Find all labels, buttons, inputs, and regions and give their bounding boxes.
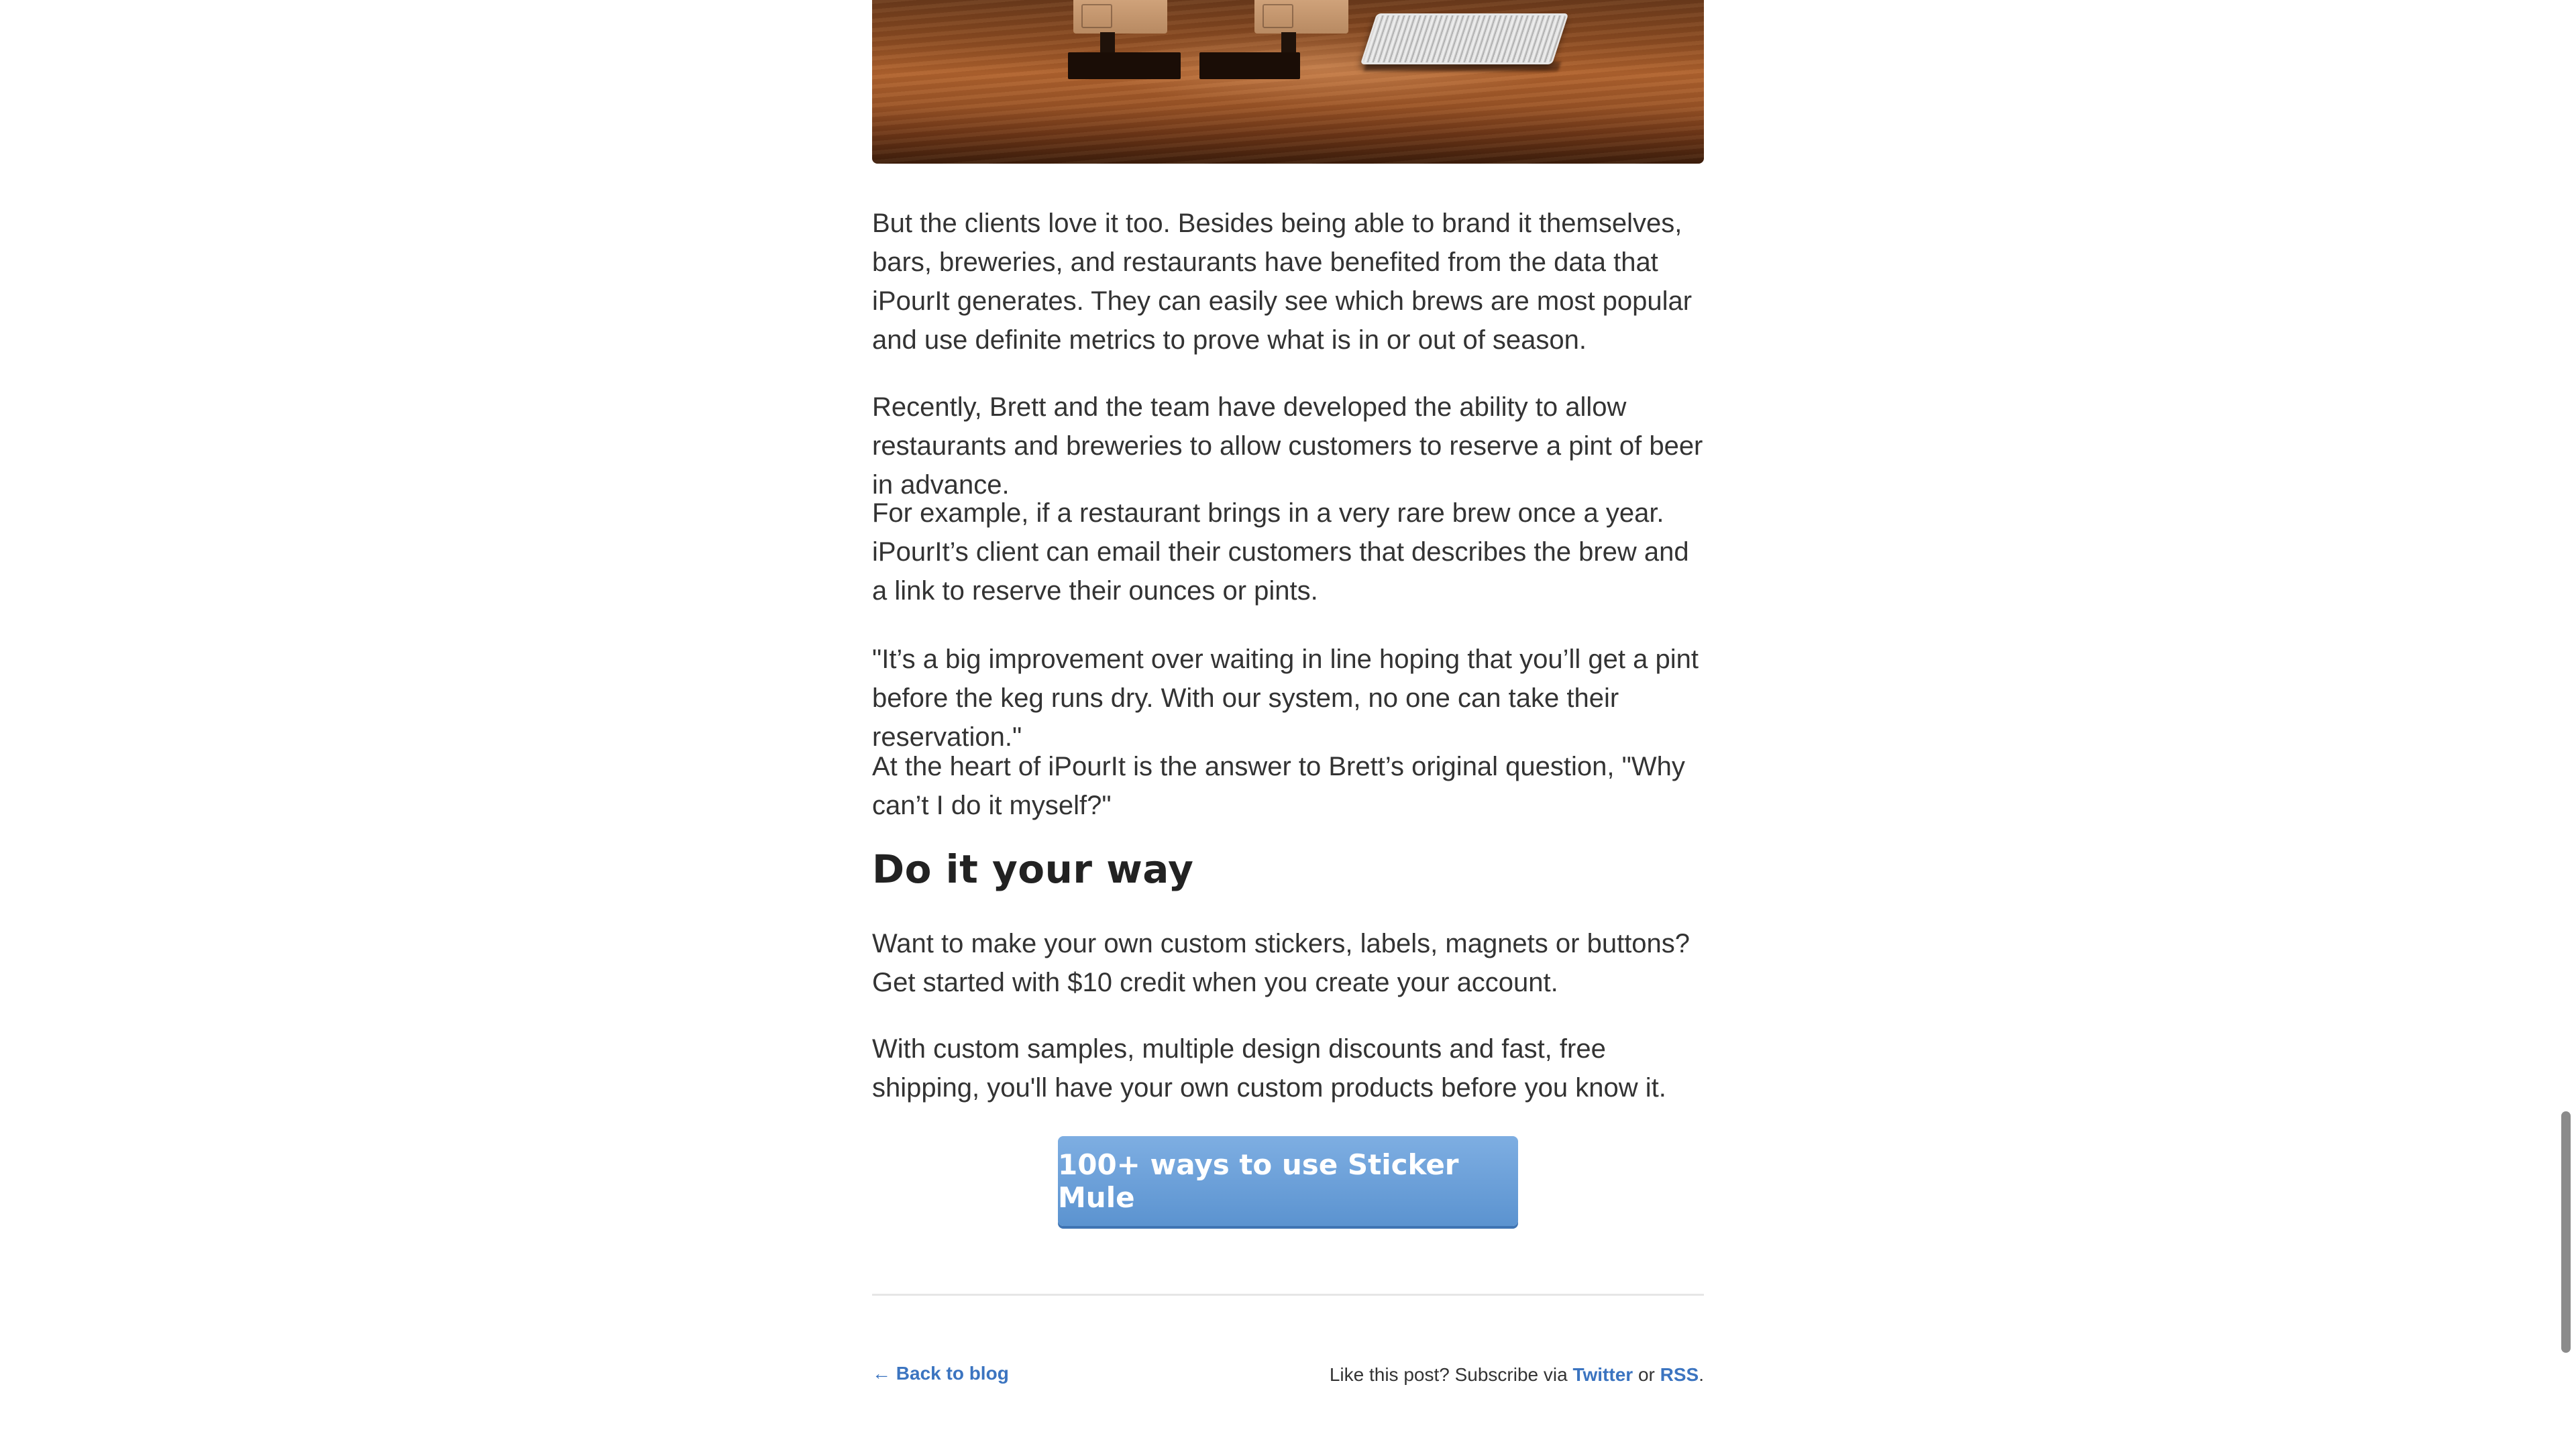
subscribe-line: Like this post? Subscribe via Twitter or… [1330, 1364, 1704, 1386]
paragraph-heart-of-ipourit: At the heart of iPourIt is the answer to… [872, 752, 1685, 820]
paragraph-clients-love: But the clients love it too. Besides bei… [872, 209, 1693, 355]
tap-stem-left [1100, 32, 1115, 54]
subscribe-prefix: Like this post? Subscribe via [1329, 1364, 1568, 1385]
back-to-blog-label: Back to blog [896, 1363, 1009, 1384]
footer-divider [872, 1294, 1704, 1296]
paragraph-reserve-pint: Recently, Brett and the team have develo… [872, 392, 1703, 500]
period-text: . [1699, 1364, 1704, 1385]
tap-slot-left [1068, 52, 1181, 79]
tap-unit-label [1081, 4, 1112, 28]
paragraph-rare-brew: For example, if a restaurant brings in a… [872, 498, 1689, 606]
rss-link[interactable]: RSS [1660, 1364, 1699, 1385]
paragraph-quote: "It’s a big improvement over waiting in … [872, 645, 1699, 752]
tap-unit-label [1263, 4, 1293, 28]
page-scrollbar[interactable] [2561, 1111, 2571, 1353]
article-body: But the clients love it too. Besides bei… [872, 0, 1704, 1103]
drip-tray [1360, 13, 1569, 64]
back-to-blog-link[interactable]: ← Back to blog [872, 1363, 1009, 1384]
or-text: or [1638, 1364, 1655, 1385]
tap-unit-box-right [1254, 0, 1348, 34]
cta-button[interactable]: 100+ ways to use Sticker Mule [1058, 1136, 1518, 1226]
paragraph-custom-samples: With custom samples, multiple design dis… [872, 1034, 1666, 1103]
tap-unit-box-left [1073, 0, 1167, 34]
article-hero-image [872, 0, 1704, 164]
left-arrow-icon: ← [872, 1363, 891, 1384]
twitter-link[interactable]: Twitter [1572, 1364, 1633, 1385]
section-heading: Do it your way [872, 846, 1194, 892]
tap-stem-right [1281, 32, 1296, 54]
tap-slot-middle [1199, 52, 1300, 79]
paragraph-get-started: Want to make your own custom stickers, l… [872, 929, 1690, 997]
